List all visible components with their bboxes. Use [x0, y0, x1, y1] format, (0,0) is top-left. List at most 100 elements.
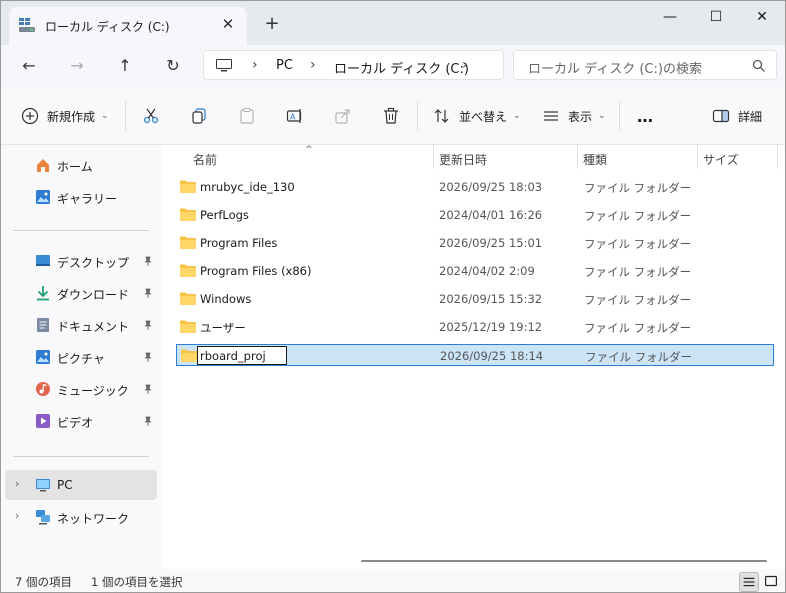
view-button[interactable]: 表示 ⌄ — [542, 103, 606, 129]
breadcrumb-expand-icon[interactable]: › — [462, 57, 468, 73]
sidebar-item-network[interactable]: › ネットワーク — [5, 502, 157, 532]
details-pane-icon — [712, 109, 730, 123]
details-view-button[interactable] — [739, 572, 759, 592]
up-button[interactable]: ↑ — [111, 53, 139, 79]
details-view-icon — [743, 577, 755, 587]
rename-button[interactable]: A — [286, 103, 304, 129]
sort-button[interactable]: 並べ替え ⌄ — [433, 103, 521, 129]
pin-icon[interactable] — [143, 288, 153, 298]
delete-button[interactable] — [382, 103, 400, 129]
table-row[interactable]: PerfLogs 2024/04/01 16:26 ファイル フォルダー — [176, 204, 774, 226]
folder-icon — [180, 236, 196, 249]
item-count: 7 個の項目 — [15, 575, 72, 589]
toolbar-divider — [417, 101, 418, 131]
sidebar-item-label: ホーム — [57, 160, 93, 174]
sidebar-item-label: ダウンロード — [57, 288, 130, 302]
pictures-icon — [36, 350, 50, 364]
sidebar-item-pc[interactable]: › PC — [5, 470, 157, 500]
rename-input[interactable]: rboard_proj — [197, 346, 287, 365]
horizontal-scrollbar[interactable] — [361, 560, 767, 562]
pin-icon[interactable] — [143, 384, 153, 394]
more-button[interactable]: … — [637, 103, 653, 129]
column-header-size[interactable]: サイズ — [703, 149, 739, 171]
column-divider[interactable] — [577, 145, 578, 169]
share-button[interactable] — [334, 103, 352, 129]
sidebar-item-home[interactable]: ホーム — [5, 150, 157, 180]
new-button[interactable]: 新規作成 ⌄ — [21, 103, 109, 129]
file-name: Windows — [200, 292, 252, 306]
expand-chevron-icon[interactable]: › — [15, 509, 19, 522]
sidebar-item-music[interactable]: ミュージック — [5, 374, 157, 404]
table-row[interactable]: mrubyc_ide_130 2026/09/25 18:03 ファイル フォル… — [176, 176, 774, 198]
breadcrumb-pc[interactable]: PC — [276, 58, 293, 73]
more-icon: … — [637, 106, 653, 126]
column-header-date[interactable]: 更新日時 — [439, 149, 487, 171]
pin-icon[interactable] — [143, 352, 153, 362]
column-divider[interactable] — [433, 145, 434, 169]
column-divider[interactable] — [777, 145, 778, 169]
address-bar[interactable]: › PC › ローカル ディスク (C:) › — [203, 50, 504, 80]
table-row[interactable]: Windows 2026/09/15 15:32 ファイル フォルダー — [176, 288, 774, 310]
search-input[interactable]: ローカル ディスク (C:)の検索 — [513, 50, 777, 80]
tiles-view-icon — [765, 575, 777, 587]
file-type: ファイル フォルダー — [585, 350, 693, 364]
expand-chevron-icon[interactable]: › — [15, 477, 19, 490]
sidebar-item-label: ネットワーク — [57, 512, 130, 526]
sidebar-item-downloads[interactable]: ダウンロード — [5, 278, 157, 308]
computer-icon — [36, 479, 50, 492]
table-row[interactable]: Program Files 2026/09/25 15:01 ファイル フォルダ… — [176, 232, 774, 254]
sidebar-item-documents[interactable]: ドキュメント — [5, 310, 157, 340]
pin-icon[interactable] — [143, 416, 153, 426]
folder-icon — [181, 349, 197, 362]
computer-icon — [216, 59, 232, 72]
copy-button[interactable] — [190, 103, 208, 129]
refresh-button[interactable]: ↻ — [159, 53, 187, 79]
pin-icon[interactable] — [143, 256, 153, 266]
chevron-down-icon: ⌄ — [598, 111, 606, 121]
download-icon — [37, 286, 49, 301]
paste-icon — [240, 107, 254, 124]
sidebar-item-gallery[interactable]: ギャラリー — [5, 182, 157, 212]
folder-icon — [180, 180, 196, 193]
breadcrumb-local-disk[interactable]: ローカル ディスク (C:) — [334, 58, 469, 77]
maximize-button[interactable]: ☐ — [693, 5, 739, 29]
folder-icon — [180, 264, 196, 277]
back-button[interactable]: ← — [15, 53, 43, 79]
details-pane-button[interactable]: 詳細 — [712, 103, 762, 129]
table-row-selected[interactable]: rboard_proj 2026/09/25 18:14 ファイル フォルダー — [176, 344, 774, 366]
column-header-type[interactable]: 種類 — [583, 149, 607, 171]
tiles-view-button[interactable] — [762, 572, 782, 592]
close-button[interactable]: ✕ — [739, 5, 785, 29]
folder-icon — [180, 292, 196, 305]
sidebar-item-label: ギャラリー — [57, 192, 118, 206]
explorer-window: ローカル ディスク (C:) ✕ + — ☐ ✕ ← → ↑ ↻ › PC › … — [0, 0, 786, 593]
navigation-pane: ホーム ギャラリー デスクトップ ダウンロード ドキュメント ピクチャ ミュージ… — [1, 145, 161, 569]
sidebar-item-label: PC — [57, 478, 73, 492]
sidebar-item-videos[interactable]: ビデオ — [5, 406, 157, 436]
file-type: ファイル フォルダー — [584, 293, 692, 307]
column-header-name[interactable]: 名前 — [193, 149, 217, 171]
gallery-icon — [36, 190, 50, 204]
pin-icon[interactable] — [143, 320, 153, 330]
new-tab-icon[interactable]: + — [263, 15, 281, 33]
minimize-button[interactable]: — — [647, 5, 693, 29]
view-lines-icon — [544, 111, 558, 121]
sidebar-item-label: ドキュメント — [57, 320, 130, 334]
tab-close-icon[interactable]: ✕ — [219, 15, 237, 33]
file-date: 2026/09/25 18:03 — [439, 180, 543, 194]
breadcrumb-separator-icon: › — [310, 57, 316, 73]
paste-button[interactable] — [238, 103, 256, 129]
view-label: 表示 — [568, 109, 593, 124]
sidebar-item-pictures[interactable]: ピクチャ — [5, 342, 157, 372]
column-divider[interactable] — [697, 145, 698, 169]
status-bar: 7 個の項目 1 個の項目を選択 — [1, 569, 785, 592]
drive-icon — [19, 18, 35, 32]
table-row[interactable]: ユーザー 2025/12/19 19:12 ファイル フォルダー — [176, 316, 774, 338]
forward-button[interactable]: → — [63, 53, 91, 79]
tab-title: ローカル ディスク (C:) — [45, 20, 170, 34]
cut-button[interactable] — [142, 103, 160, 129]
table-row[interactable]: Program Files (x86) 2024/04/02 2:09 ファイル… — [176, 260, 774, 282]
sidebar-item-desktop[interactable]: デスクトップ — [5, 246, 157, 276]
file-name: mrubyc_ide_130 — [200, 180, 295, 194]
tab-local-disk[interactable]: ローカル ディスク (C:) ✕ — [9, 7, 247, 45]
